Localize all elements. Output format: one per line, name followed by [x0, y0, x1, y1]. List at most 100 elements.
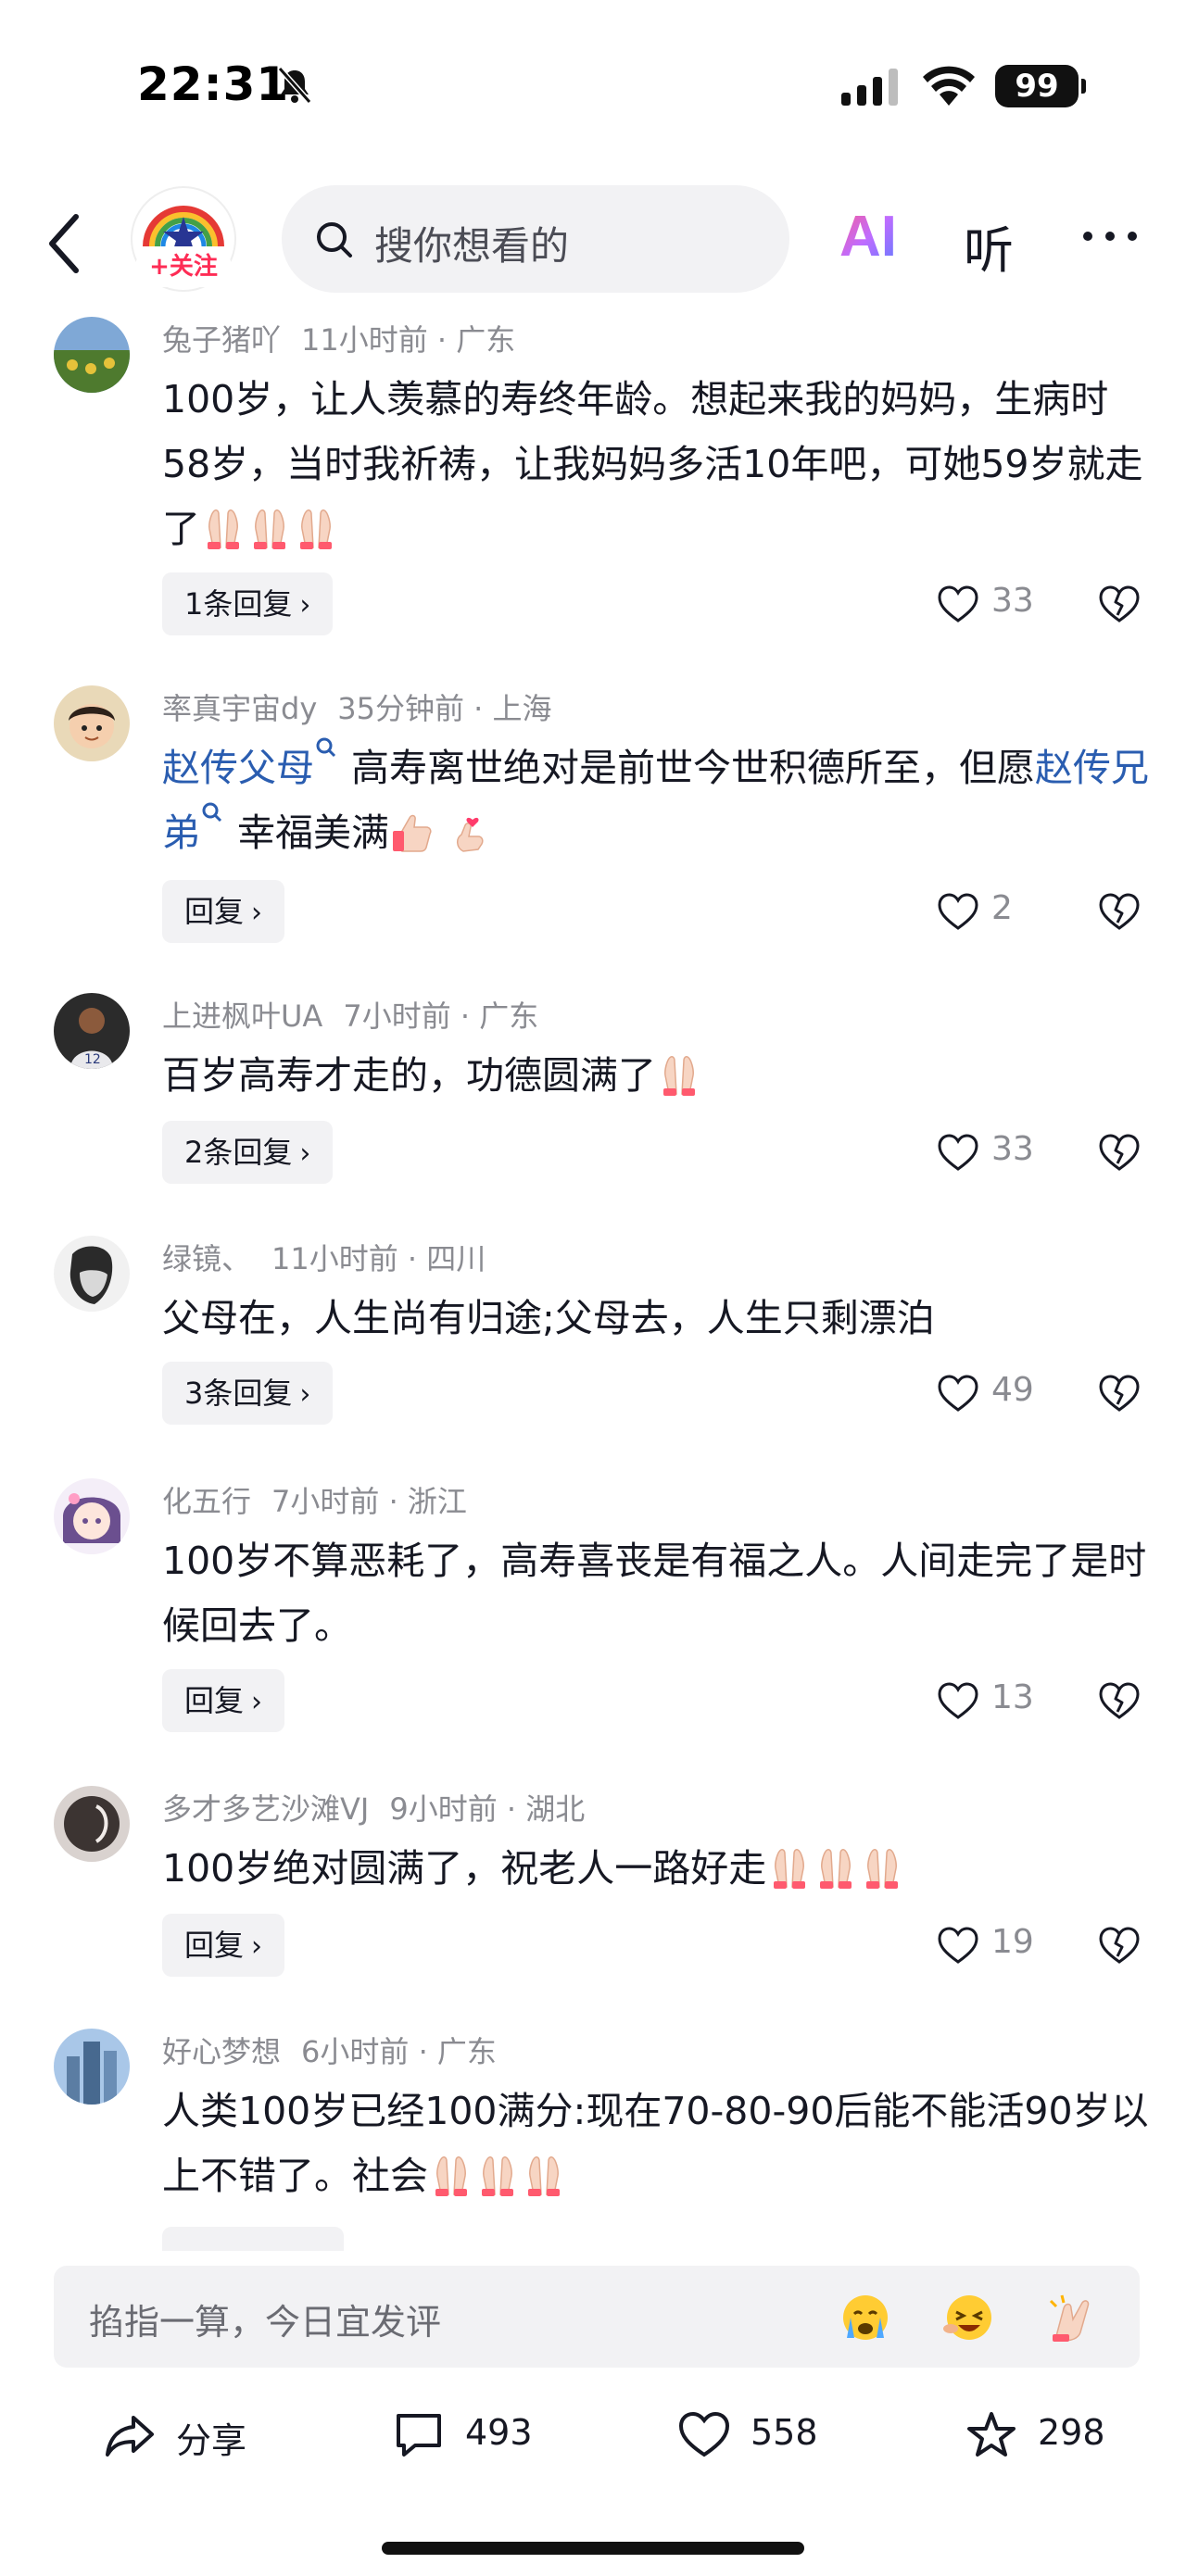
comment-text: 100岁不算恶耗了，高寿喜丧是有福之人。人间走完了是时候回去了。 — [162, 1539, 1147, 1648]
comment-input-placeholder: 掐指一算，今日宜发评 — [89, 2302, 442, 2343]
comment-text: 人类100岁已经100满分:现在70-80-90后能不能活90岁以上不错了。社会 — [162, 2089, 1149, 2198]
comment-author[interactable]: 率真宇宙dy — [162, 691, 317, 726]
hashtag-link[interactable]: 赵传父母 — [162, 746, 314, 790]
crying-emoji-icon[interactable] — [838, 2292, 893, 2344]
view-replies-button[interactable]: 3条回复 › — [162, 1362, 334, 1425]
bell-off-icon — [277, 67, 312, 104]
heart-icon — [678, 2411, 730, 2457]
avatar[interactable] — [54, 685, 130, 761]
search-placeholder: 搜你想看的 — [374, 223, 570, 269]
ai-button[interactable]: AI — [839, 204, 897, 270]
thumbs-up-emoji-icon — [392, 814, 432, 852]
listen-button[interactable]: 听 — [964, 209, 1014, 283]
pray-emoji-icon — [207, 509, 240, 549]
pray-emoji-icon — [819, 1848, 853, 1889]
avatar[interactable] — [54, 1478, 130, 1554]
share-button[interactable]: 分享 — [104, 2403, 261, 2477]
like-post-button[interactable]: 558 — [678, 2403, 836, 2477]
dislike-icon[interactable] — [1099, 1927, 1140, 1964]
comment-author[interactable]: 兔子猪吖 — [162, 322, 281, 358]
view-replies-button[interactable]: 2条回复 › — [162, 1121, 334, 1184]
dislike-icon[interactable] — [1099, 893, 1140, 930]
comment-item: 化五行 7小时前 · 浙江 100岁不算恶耗了，高寿喜丧是有福之人。人间走完了是时… — [0, 1478, 1186, 1738]
dislike-icon[interactable] — [1099, 1134, 1140, 1171]
like-count: 33 — [991, 1130, 1034, 1168]
avatar[interactable] — [54, 1786, 130, 1862]
heart-icon — [938, 893, 978, 930]
comment-author[interactable]: 多才多艺沙滩VJ — [162, 1791, 369, 1827]
star-icon — [967, 2412, 1016, 2457]
likes-count: 558 — [751, 2412, 818, 2453]
more-options-icon[interactable] — [1080, 222, 1140, 250]
comment-input[interactable]: 掐指一算，今日宜发评 — [54, 2266, 1140, 2368]
home-indicator[interactable] — [382, 2542, 804, 2555]
bottom-action-bar: 分享 493 558 298 — [0, 2390, 1186, 2492]
comment-meta: 好心梦想 6小时前 · 广东 — [162, 2034, 497, 2069]
pray-emoji-icon — [865, 1848, 900, 1889]
heart-icon — [938, 1375, 978, 1412]
favorites-count: 298 — [1038, 2412, 1105, 2453]
battery-indicator: 99 — [995, 65, 1086, 107]
search-box[interactable]: 搜你想看的 — [282, 185, 789, 293]
dislike-icon[interactable] — [1099, 1682, 1140, 1719]
wifi-icon — [923, 66, 975, 106]
comment-author[interactable]: 化五行 — [162, 1484, 251, 1519]
comment-time: 9小时前 — [389, 1791, 498, 1827]
comment-icon — [397, 2414, 441, 2457]
share-label: 分享 — [176, 2420, 247, 2461]
avatar[interactable] — [54, 2029, 130, 2105]
like-count: 49 — [991, 1371, 1034, 1409]
heart-icon — [938, 585, 978, 622]
comment-meta: 多才多艺沙滩VJ 9小时前 · 湖北 — [162, 1791, 586, 1827]
chevron-right-icon: › — [251, 897, 263, 929]
reply-button[interactable]: 回复 › — [162, 1914, 285, 1977]
dislike-icon[interactable] — [1099, 1375, 1140, 1412]
pray-emoji-icon — [299, 509, 333, 549]
dislike-icon[interactable] — [1099, 585, 1140, 622]
chevron-right-icon: › — [299, 1137, 311, 1170]
pray-emoji-icon — [253, 509, 286, 549]
comment-meta: 绿镜、 11小时前 · 四川 — [162, 1241, 486, 1276]
comment-author[interactable]: 绿镜、 — [162, 1241, 251, 1276]
back-arrow-icon[interactable] — [44, 211, 85, 276]
comment-meta: 上进枫叶UA 7小时前 · 广东 — [162, 999, 539, 1034]
reply-button[interactable]: 回复 › — [162, 1669, 285, 1732]
finger-heart-emoji-icon — [456, 817, 484, 852]
comment-text: 父母在，人生尚有归途;父母去，人生只剩漂泊 — [162, 1296, 935, 1340]
comment-text: 百岁高寿才走的，功德圆满了 — [162, 1043, 1154, 1108]
reply-button[interactable]: 回复 › — [162, 880, 285, 943]
comment-author[interactable]: 好心梦想 — [162, 2034, 281, 2069]
laughing-emoji-icon[interactable] — [941, 2292, 997, 2344]
status-time: 22:31 — [137, 57, 290, 111]
view-replies-button[interactable]: 1条回复 › — [162, 572, 334, 635]
comment-text: 100岁，让人羡慕的寿终年龄。想起来我的妈妈，生病时58岁，当时我祈祷，让我妈妈… — [162, 377, 1143, 551]
comment-time: 35分钟前 — [337, 691, 464, 726]
comment-item: 兔子猪吖 11小时前 · 广东 100岁，让人羡慕的寿终年龄。想起来我的妈妈，生病… — [0, 317, 1186, 635]
comment-time: 7小时前 — [271, 1484, 380, 1519]
comment-item: 12 上进枫叶UA 7小时前 · 广东 百岁高寿才走的，功德圆满了 2条回复 › 3… — [0, 993, 1186, 1187]
avatar[interactable]: 12 — [54, 993, 130, 1069]
pray-emoji-icon — [662, 1055, 696, 1096]
avatar[interactable] — [54, 317, 130, 393]
follow-button[interactable]: +关注 — [137, 248, 230, 285]
heart-icon — [938, 1682, 978, 1719]
view-replies-button[interactable] — [162, 2227, 344, 2251]
status-bar: 22:31 99 — [0, 0, 1186, 176]
favorite-button[interactable]: 298 — [965, 2403, 1123, 2477]
chevron-right-icon: › — [251, 1930, 263, 1963]
share-icon — [106, 2416, 154, 2457]
like-count: 33 — [991, 582, 1034, 620]
comment-text: 赵传父母 高寿离世绝对是前世今世积德所至，但愿赵传兄弟 幸福美满 — [162, 735, 1154, 865]
avatar[interactable] — [54, 1236, 130, 1312]
pray-emoji-icon — [481, 2155, 514, 2196]
comment-region: 广东 — [456, 322, 516, 358]
comment-time: 11小时前 — [271, 1241, 398, 1276]
clapping-emoji-icon[interactable] — [1043, 2292, 1099, 2344]
comment-author[interactable]: 上进枫叶UA — [162, 999, 322, 1034]
comment-meta: 兔子猪吖 11小时前 · 广东 — [162, 322, 516, 358]
comment-item: 多才多艺沙滩VJ 9小时前 · 湖北 100岁绝对圆满了，祝老人一路好走 回复 › … — [0, 1786, 1186, 1980]
like-count: 13 — [991, 1678, 1034, 1716]
comments-count: 493 — [465, 2412, 533, 2453]
comments-button[interactable]: 493 — [393, 2403, 550, 2477]
cellular-signal-icon — [841, 69, 898, 106]
